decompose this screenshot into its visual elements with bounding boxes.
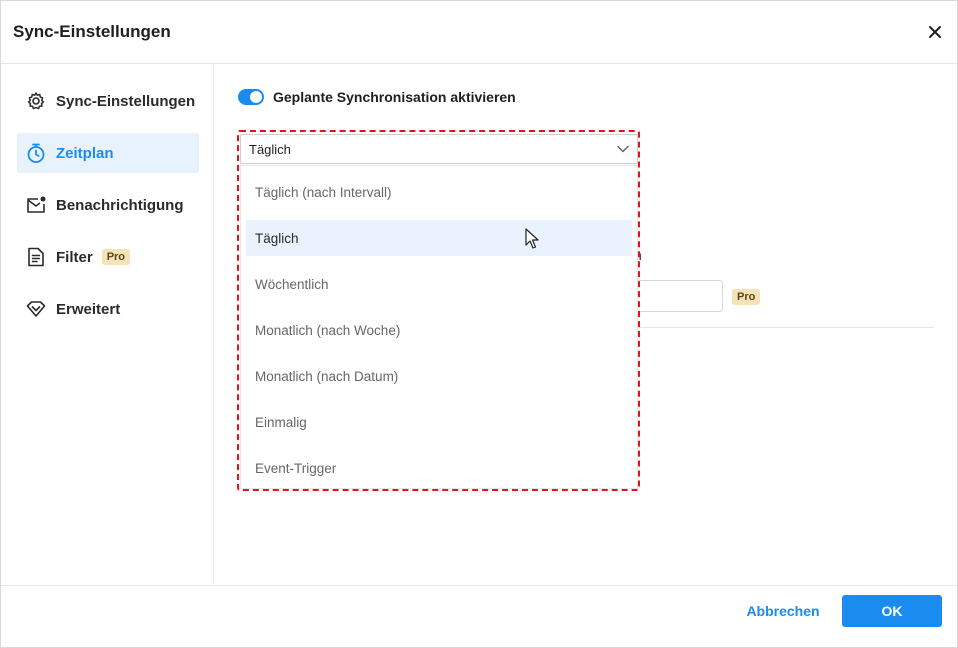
close-icon	[929, 26, 941, 38]
sidebar-item-label: Zeitplan	[56, 144, 114, 162]
section-divider	[624, 327, 934, 328]
sidebar-item-label: Erweitert	[56, 300, 121, 318]
sidebar-item-sync-settings[interactable]: Sync-Einstellungen	[17, 81, 199, 121]
schedule-toggle-label: Geplante Synchronisation aktivieren	[273, 89, 516, 105]
chevron-down-icon	[615, 141, 631, 157]
pro-badge: Pro	[732, 289, 761, 305]
sidebar-item-label: Sync-Einstellungen	[56, 92, 196, 110]
dropdown-option[interactable]: Event-Trigger	[246, 450, 632, 486]
sidebar-item-notification[interactable]: Benachrichtigung	[17, 185, 199, 225]
ok-button[interactable]: OK	[842, 595, 942, 627]
sidebar: Sync-Einstellungen Zeitplan Benachrichti…	[1, 64, 214, 584]
dialog-title: Sync-Einstellungen	[13, 22, 171, 41]
dropdown-option[interactable]: Monatlich (nach Datum)	[246, 358, 632, 394]
pro-badge: Pro	[101, 249, 131, 265]
sync-settings-dialog: Sync-Einstellungen Sync-Einstellungen Ze…	[0, 0, 958, 648]
mail-notification-icon	[25, 194, 47, 216]
sidebar-item-schedule[interactable]: Zeitplan	[17, 133, 199, 173]
dropdown-option[interactable]: Einmalig	[246, 404, 632, 440]
dropdown-option[interactable]: Täglich	[246, 220, 632, 256]
schedule-toggle[interactable]	[238, 89, 264, 105]
dropdown-option[interactable]: Wöchentlich	[246, 266, 632, 302]
sidebar-item-advanced[interactable]: Erweitert	[17, 289, 199, 329]
document-filter-icon	[25, 246, 47, 268]
obscured-input-field[interactable]	[624, 280, 723, 312]
sidebar-item-label: Benachrichtigung	[56, 196, 184, 214]
close-button[interactable]	[923, 20, 947, 44]
gear-icon	[25, 90, 47, 112]
diamond-icon	[25, 298, 47, 320]
schedule-toggle-row: Geplante Synchronisation aktivieren	[238, 89, 516, 105]
select-value: Täglich	[249, 141, 291, 157]
dialog-titlebar: Sync-Einstellungen	[1, 1, 957, 64]
schedule-type-dropdown: Täglich (nach Intervall) Täglich Wöchent…	[240, 165, 638, 489]
sidebar-item-label: Filter	[56, 248, 93, 266]
schedule-type-select[interactable]: Täglich	[240, 134, 638, 164]
sidebar-item-filter[interactable]: Filter Pro	[17, 237, 199, 277]
stopwatch-icon	[25, 142, 47, 164]
cancel-button[interactable]: Abbrechen	[737, 595, 829, 627]
dialog-footer: Abbrechen OK	[1, 585, 957, 648]
dropdown-option[interactable]: Monatlich (nach Woche)	[246, 312, 632, 348]
dropdown-option[interactable]: Täglich (nach Intervall)	[246, 174, 632, 210]
